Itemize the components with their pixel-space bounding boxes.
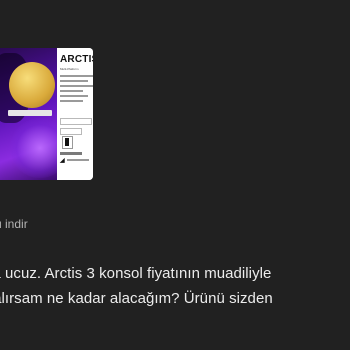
product-bullet — [60, 85, 93, 87]
product-bullet — [60, 95, 89, 97]
product-bullet — [60, 80, 89, 82]
attached-screenshot-thumbnail[interactable]: ARCTIS Multi-Platform ◢ — [0, 48, 93, 180]
product-bullet — [60, 90, 84, 92]
product-subtitle: Multi-Platform — [60, 67, 79, 71]
message-line-1: ha ucuz. Arctis 3 konsol fiyatının muadi… — [0, 265, 272, 282]
promo-glow — [10, 118, 57, 178]
product-panel: ARCTIS Multi-Platform ◢ — [57, 48, 93, 180]
product-bullet — [60, 100, 84, 102]
promo-banner — [0, 48, 57, 180]
product-option-field — [60, 128, 82, 135]
product-mark: ◢ — [60, 158, 65, 164]
download-link[interactable]: ü indir — [0, 217, 28, 231]
product-price-bar — [60, 152, 82, 155]
chat-page: ARCTIS Multi-Platform ◢ ü indir ha ucuz.… — [0, 0, 350, 350]
promo-strip — [8, 110, 52, 116]
product-option-field — [60, 118, 92, 125]
message-line-2: si alırsam ne kadar alacağım? Ürünü sizd… — [0, 290, 273, 307]
color-swatch — [65, 138, 69, 146]
product-title: ARCTIS — [60, 54, 93, 65]
product-info-bar — [67, 159, 89, 161]
product-bullet-list — [60, 75, 93, 105]
discount-badge — [9, 62, 55, 108]
product-bullet — [60, 75, 93, 77]
